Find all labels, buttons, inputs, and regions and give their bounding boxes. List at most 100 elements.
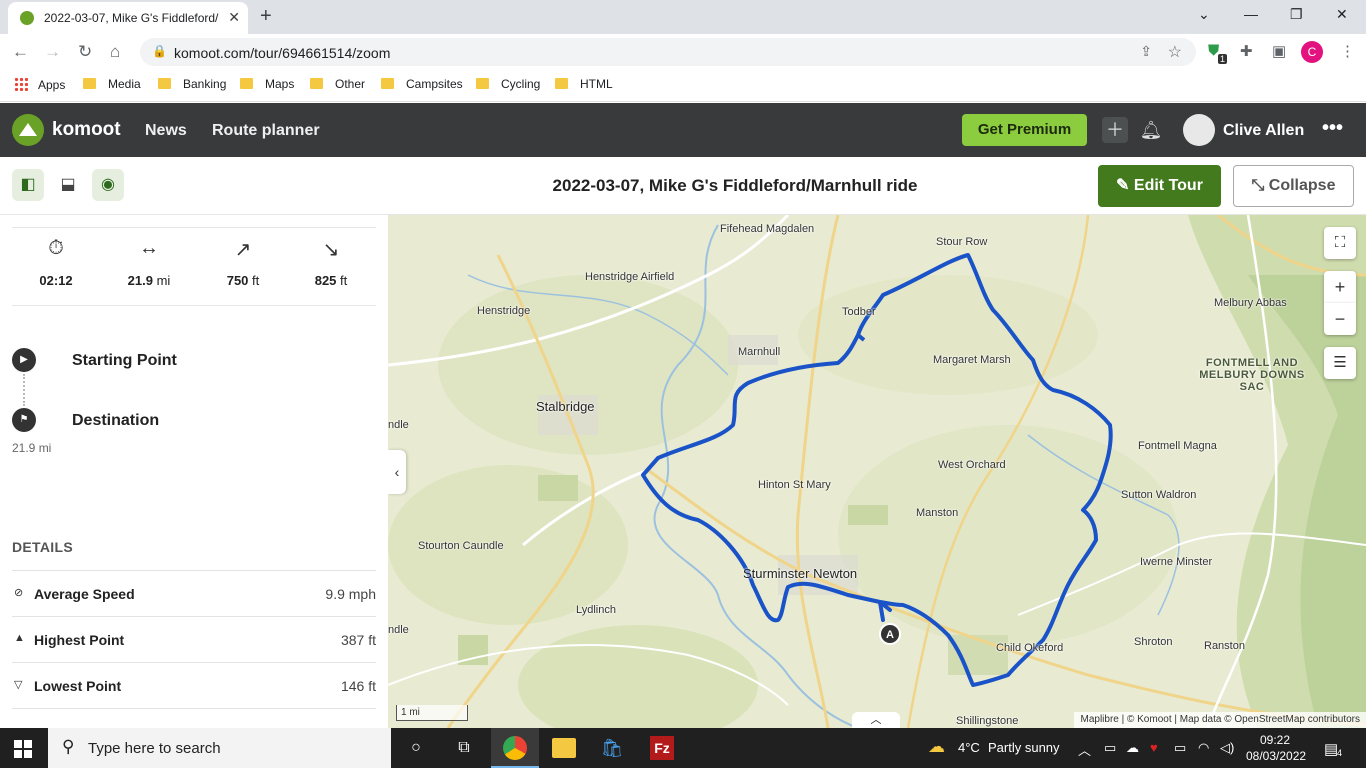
forward-icon[interactable]: →	[44, 42, 61, 62]
window-minimize-button[interactable]: —	[1244, 6, 1258, 22]
place-label: Iwerne Minster	[1140, 556, 1213, 568]
starting-point-label[interactable]: Starting Point	[72, 352, 177, 370]
place-label: Fontmell Magna	[1138, 440, 1217, 452]
task-view-icon[interactable]: ⧉	[452, 736, 476, 760]
window-close-button[interactable]: ✕	[1336, 6, 1348, 23]
user-name[interactable]: Clive Allen	[1223, 122, 1304, 140]
stat-distance: ↔ 21.9 mi	[109, 237, 189, 288]
map-view[interactable]: A Fifehead Magdalen Stour Row Henstridge…	[388, 215, 1366, 728]
tray-app-icon[interactable]: ♥	[1150, 740, 1158, 755]
lock-icon[interactable]: 🔒	[152, 44, 167, 58]
bookmark-maps[interactable]: Maps	[240, 77, 294, 91]
sidepanel-icon[interactable]: ▣	[1272, 42, 1286, 60]
bookmark-media[interactable]: Media	[83, 77, 141, 91]
battery-icon[interactable]: ▭	[1174, 740, 1186, 756]
meet-now-icon[interactable]: ▭	[1104, 740, 1116, 756]
weather-text[interactable]: Partly sunny	[988, 740, 1060, 755]
clock-time[interactable]: 09:22	[1250, 733, 1300, 747]
more-icon[interactable]: •••	[1322, 117, 1343, 140]
bookmark-campsites[interactable]: Campsites	[381, 77, 463, 91]
komoot-brand[interactable]: komoot	[52, 119, 121, 141]
start-marker-label: A	[886, 629, 894, 641]
share-icon[interactable]: ⇪	[1140, 43, 1152, 60]
fullscreen-icon[interactable]: ⛶	[1324, 227, 1356, 259]
browser-menu-icon[interactable]: ⋮	[1340, 42, 1355, 60]
place-label: Melbury Abbas	[1214, 297, 1287, 309]
eye-icon[interactable]: ◉	[92, 169, 124, 201]
window-restore-button[interactable]: ❐	[1290, 6, 1303, 23]
triangle-down-icon: ▽	[14, 679, 23, 691]
layers-icon[interactable]: ☰	[1324, 347, 1356, 379]
collapse-button[interactable]: ⤡ Collapse	[1233, 165, 1354, 207]
wifi-icon[interactable]: ◠	[1198, 740, 1209, 756]
filezilla-icon[interactable]: Fz	[650, 736, 674, 760]
get-premium-button[interactable]: Get Premium	[962, 114, 1087, 146]
bookmark-banking[interactable]: Banking	[158, 77, 226, 91]
tray-chevron-icon[interactable]: ︿	[1078, 740, 1091, 759]
sidebar-view-icon[interactable]: ◧	[12, 169, 44, 201]
place-label: Todber	[842, 306, 876, 318]
place-label: Sutton Waldron	[1121, 489, 1197, 501]
new-tab-button[interactable]: +	[260, 5, 272, 28]
back-icon[interactable]: ←	[12, 42, 29, 62]
folder-icon	[555, 78, 568, 89]
play-icon: ▶	[12, 348, 36, 372]
puzzle-extensions-icon[interactable]: ✚	[1240, 42, 1253, 60]
reload-icon[interactable]: ↻	[78, 42, 92, 62]
weather-icon[interactable]: ☁	[928, 737, 945, 757]
elevation-toggle-chevron-icon[interactable]: ︿	[852, 712, 900, 728]
divider	[12, 227, 376, 228]
pencil-icon: ✎	[1116, 177, 1134, 194]
chrome-taskbar-item[interactable]	[491, 728, 539, 768]
bottom-panel-view-icon[interactable]: ⬓	[52, 169, 84, 201]
weather-temp[interactable]: 4°C	[958, 740, 980, 755]
bookmark-apps[interactable]: Apps	[14, 77, 65, 92]
tab-search-icon[interactable]: ⌄	[1198, 6, 1210, 23]
zoom-in-icon[interactable]: +	[1324, 271, 1356, 303]
browser-tab-strip: 2022-03-07, Mike G's Fiddleford/ ✕ + ⌄ —…	[0, 0, 1366, 34]
tab-close-icon[interactable]: ✕	[228, 9, 240, 26]
url-text[interactable]: komoot.com/tour/694661514/zoom	[174, 45, 390, 61]
clock-date[interactable]: 08/03/2022	[1246, 749, 1306, 763]
plus-icon[interactable]: ＋	[1102, 117, 1128, 143]
folder-icon	[476, 78, 489, 89]
address-bar[interactable]: 🔒 komoot.com/tour/694661514/zoom ⇪ ☆	[140, 38, 1196, 66]
route-connector	[23, 374, 25, 406]
place-label: Stalbridge	[536, 399, 595, 414]
place-label: Henstridge Airfield	[585, 271, 675, 283]
cortana-icon[interactable]: ○	[404, 736, 428, 760]
bookmark-html[interactable]: HTML	[555, 77, 613, 91]
bookmark-star-icon[interactable]: ☆	[1168, 42, 1182, 62]
store-icon[interactable]: 🛍︎	[600, 736, 624, 760]
taskbar-search-input[interactable]: ⚲ Type here to search	[48, 728, 391, 768]
destination-label[interactable]: Destination	[72, 412, 159, 430]
komoot-logo-icon[interactable]	[12, 114, 44, 146]
folder-icon	[240, 78, 253, 89]
komoot-favicon-icon	[20, 11, 34, 25]
browser-tab[interactable]: 2022-03-07, Mike G's Fiddleford/ ✕	[8, 2, 248, 34]
sidebar-collapse-chevron-icon[interactable]: ‹	[388, 450, 406, 494]
extension-badge: 1	[1218, 54, 1228, 64]
windows-start-icon[interactable]	[14, 740, 32, 758]
tour-sidebar: ⏱ 02:12 ↔ 21.9 mi ↗ 750 ft ↘ 825 ft ▶ St…	[0, 215, 388, 728]
folder-icon	[83, 78, 96, 89]
bell-icon[interactable]: 🔔︎	[1138, 117, 1164, 143]
edit-tour-button[interactable]: ✎ Edit Tour	[1098, 165, 1221, 207]
volume-icon[interactable]: ◁)	[1220, 740, 1234, 756]
place-label: Marnhull	[738, 346, 781, 358]
avatar[interactable]	[1183, 114, 1215, 146]
profile-avatar[interactable]: C	[1301, 41, 1323, 63]
komoot-header: komoot News Route planner Get Premium ＋ …	[0, 103, 1366, 157]
nav-route-planner[interactable]: Route planner	[212, 122, 320, 140]
area-label: FONTMELL AND MELBURY DOWNS SAC	[1199, 357, 1305, 393]
map-attribution[interactable]: Maplibre | © Komoot | Map data © OpenStr…	[1074, 712, 1366, 728]
file-explorer-icon[interactable]	[552, 738, 576, 758]
folder-icon	[158, 78, 171, 89]
bookmark-cycling[interactable]: Cycling	[476, 77, 540, 91]
zoom-out-icon[interactable]: −	[1324, 303, 1356, 335]
onedrive-icon[interactable]: ☁	[1126, 740, 1139, 756]
home-icon[interactable]: ⌂	[110, 42, 120, 62]
place-label: Ranston	[1204, 640, 1245, 652]
nav-news[interactable]: News	[145, 122, 187, 140]
bookmark-other[interactable]: Other	[310, 77, 365, 91]
